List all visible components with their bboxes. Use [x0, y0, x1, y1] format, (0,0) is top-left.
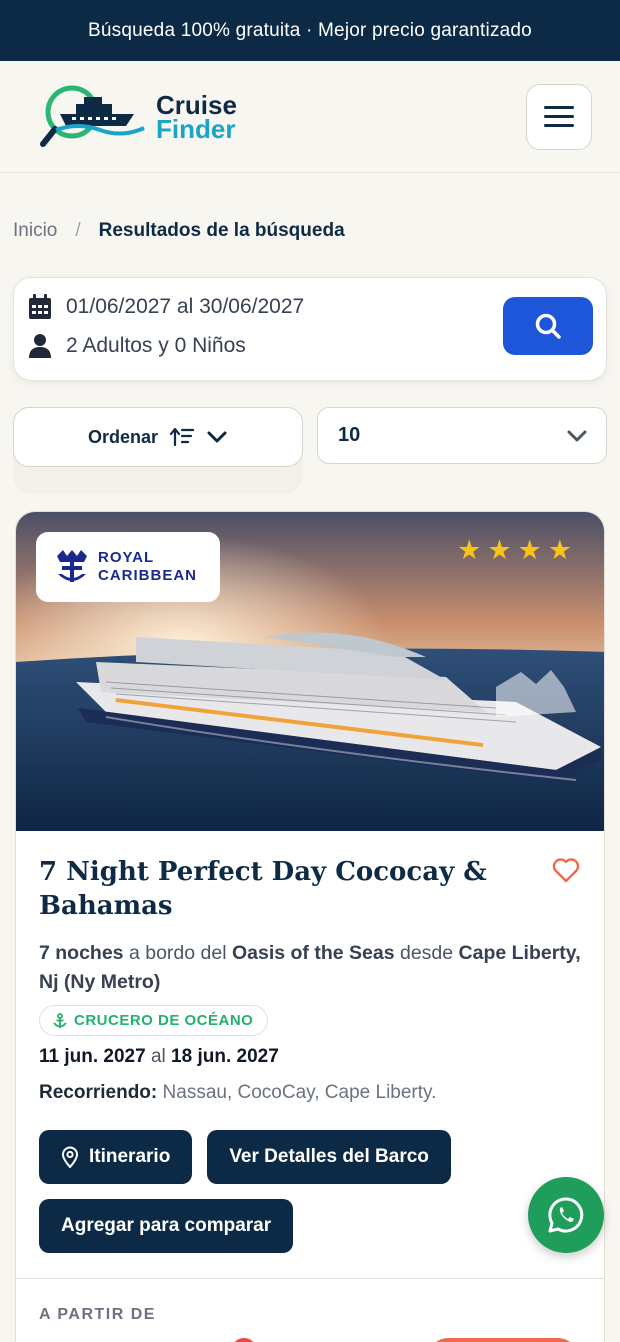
anchor-icon — [53, 1012, 67, 1028]
search-guests: 2 Adultos y 0 Niños — [66, 334, 246, 357]
date-separator: al — [150, 1046, 166, 1067]
end-date: 18 jun. 2027 — [171, 1046, 279, 1067]
menu-button[interactable] — [526, 83, 592, 150]
start-date: 11 jun. 2027 — [39, 1046, 146, 1067]
sort-label: Ordenar — [87, 426, 159, 447]
price-from-label: A PARTIR DE — [39, 1306, 156, 1323]
brand-line2: CARIBBEAN — [98, 567, 197, 584]
whatsapp-icon — [548, 1197, 584, 1233]
star-icon: ★ — [457, 535, 482, 565]
logo-text-cruise: Cruise — [156, 89, 237, 120]
route-label: Recorriendo: — [39, 1082, 158, 1103]
cruise-result-card: ROYAL CARIBBEAN ★ ★ ★ ★ 7 Night Perfect … — [15, 511, 605, 1342]
hamburger-icon-line — [544, 124, 574, 127]
search-summary[interactable]: 01/06/2027 al 30/06/2027 2 Adultos y 0 N… — [13, 277, 607, 381]
heart-icon[interactable] — [552, 857, 580, 883]
ship-image[interactable]: ROYAL CARIBBEAN ★ ★ ★ ★ — [16, 512, 604, 831]
star-rating: ★ ★ ★ ★ — [457, 537, 572, 564]
ship-name: Oasis of the Seas — [231, 942, 395, 964]
per-page-select[interactable]: 10 — [317, 407, 607, 464]
sort-button[interactable]: Ordenar — [13, 407, 303, 467]
star-icon: ★ — [517, 535, 542, 565]
breadcrumb-separator: / — [75, 220, 81, 241]
chevron-down-icon — [207, 431, 227, 443]
itinerary-button[interactable]: Itinerario — [39, 1130, 193, 1184]
chevron-down-icon — [567, 430, 587, 441]
price-badge-icon — [231, 1338, 257, 1342]
cruise-description: 7 noches a bordo del Oasis of the Seas d… — [39, 939, 581, 997]
ship-details-label: Ver Detalles del Barco — [229, 1146, 429, 1167]
itinerary-label: Itinerario — [89, 1146, 171, 1167]
cruise-line-badge: ROYAL CARIBBEAN — [36, 532, 220, 602]
card-content: 7 Night Perfect Day Cococay & Bahamas 7 … — [16, 831, 604, 1253]
logo[interactable]: Cruise Finder — [38, 82, 237, 152]
ship-details-button[interactable]: Ver Detalles del Barco — [207, 1130, 451, 1184]
promo-text: Búsqueda 100% gratuita · Mejor precio ga… — [88, 19, 532, 41]
logo-text-finder: Finder — [156, 113, 236, 144]
star-icon: ★ — [487, 535, 512, 565]
user-icon — [29, 334, 51, 358]
search-dates-row[interactable]: 01/06/2027 al 30/06/2027 — [28, 294, 304, 320]
from-text: desde — [399, 942, 454, 964]
book-button[interactable] — [428, 1338, 578, 1342]
sort-container: Ordenar — [13, 407, 303, 494]
brand-line1: ROYAL — [98, 549, 155, 566]
promo-bar: Búsqueda 100% gratuita · Mejor precio ga… — [0, 0, 620, 61]
calendar-icon — [29, 294, 51, 319]
site-header: Cruise Finder — [0, 61, 620, 173]
star-icon: ★ — [547, 535, 572, 565]
card-actions: Itinerario Ver Detalles del Barco Agrega… — [39, 1130, 599, 1253]
map-pin-icon — [61, 1146, 79, 1168]
search-guests-row[interactable]: 2 Adultos y 0 Niños — [28, 333, 246, 359]
compare-label: Agregar para comparar — [61, 1215, 272, 1236]
breadcrumb-current: Resultados de la búsqueda — [98, 220, 345, 241]
route-ports: Nassau, CocoCay, Cape Liberty. — [162, 1082, 437, 1103]
search-button[interactable] — [503, 297, 593, 355]
breadcrumb: Inicio / Resultados de la búsqueda — [13, 220, 345, 242]
aboard-text: a bordo del — [128, 942, 227, 964]
per-page-value: 10 — [338, 424, 361, 446]
cruise-type-badge: CRUCERO DE OCÉANO — [39, 1005, 269, 1036]
cruise-title[interactable]: 7 Night Perfect Day Cococay & Bahamas — [39, 855, 499, 923]
card-divider — [16, 1278, 604, 1279]
whatsapp-button[interactable] — [528, 1177, 604, 1253]
logo-icon — [40, 85, 145, 147]
crown-anchor-icon — [57, 550, 87, 582]
breadcrumb-home[interactable]: Inicio — [13, 220, 57, 242]
hamburger-icon — [544, 106, 574, 109]
sailing-dates: 11 jun. 2027 al 18 jun. 2027 — [39, 1046, 581, 1068]
compare-button[interactable]: Agregar para comparar — [39, 1199, 294, 1253]
search-dates: 01/06/2027 al 30/06/2027 — [66, 295, 305, 318]
hamburger-icon-line — [544, 115, 574, 118]
search-icon — [535, 313, 561, 339]
nights: 7 noches — [39, 942, 124, 964]
sort-icon — [170, 427, 195, 447]
route-info: Recorriendo: Nassau, CocoCay, Cape Liber… — [39, 1082, 581, 1104]
cruise-type-label: CRUCERO DE OCÉANO — [74, 1012, 254, 1029]
